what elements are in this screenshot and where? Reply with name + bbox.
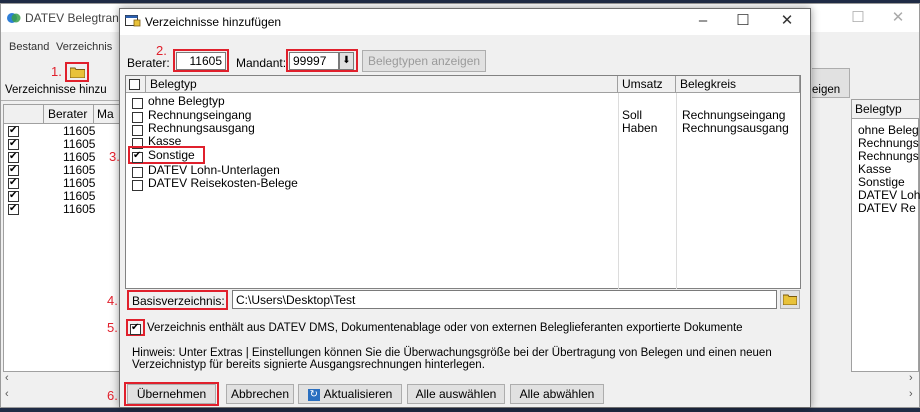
close-button[interactable]: ✕ (772, 9, 802, 33)
bg-grid-header-check (4, 105, 44, 124)
table-row[interactable]: ohne Belegtyp (126, 94, 800, 110)
header-checkbox[interactable] (129, 79, 140, 91)
table-row[interactable]: 11605 (8, 202, 118, 216)
dms-checkbox-label[interactable]: Verzeichnis enthält aus DATEV DMS, Dokum… (147, 322, 743, 334)
row-checkbox[interactable] (8, 202, 19, 216)
browse-folder-button[interactable] (780, 290, 800, 309)
dialog-title-bar: Verzeichnisse hinzufügen – ☐ ✕ (120, 9, 810, 35)
row-checkbox[interactable] (132, 150, 143, 164)
hint-text: Hinweis: Unter Extras | Einstellungen kö… (132, 347, 772, 371)
dms-checkbox[interactable] (130, 322, 141, 336)
scroll-left-icon[interactable]: ‹ (5, 388, 9, 400)
row-belegtyp: DATEV Reisekosten-Belege (148, 176, 298, 190)
row-checkbox[interactable] (8, 189, 19, 203)
table-row[interactable]: DATEV Reisekosten-Belege (126, 176, 800, 192)
row-checkbox[interactable] (8, 150, 19, 164)
folder-icon (69, 67, 86, 79)
row-checkbox[interactable] (132, 180, 143, 192)
minimize-button[interactable]: – (688, 9, 718, 33)
toolbar-button-label[interactable]: Verzeichnisse hinzu (5, 84, 107, 96)
mandant-field[interactable] (289, 52, 339, 70)
right-button-fragment[interactable]: eigen (812, 68, 850, 98)
toolbar-separator (1, 100, 121, 101)
scroll-left-icon[interactable]: ‹ (5, 372, 9, 384)
berater-field[interactable] (176, 52, 226, 70)
menu-verzeichnis[interactable]: Verzeichnis (56, 41, 112, 53)
header-check-cell[interactable] (126, 76, 146, 93)
add-directories-dialog: Verzeichnisse hinzufügen – ☐ ✕ 2. Berate… (107, 8, 811, 408)
row-belegkreis: Rechnungsausgang (682, 121, 789, 135)
annotation-6: 6. (107, 388, 118, 403)
bg-grid-header-berater[interactable]: Berater (44, 105, 94, 124)
background-grid: Berater Ma 11605 11605 11605 11605 11605… (3, 104, 121, 372)
right-grid-header[interactable]: Belegtyp (852, 100, 920, 119)
row-berater: 11605 (63, 202, 96, 216)
row-checkbox[interactable] (8, 163, 19, 177)
row-checkbox[interactable] (8, 176, 19, 190)
row-belegtyp: ohne Belegtyp (148, 94, 225, 108)
mandant-label: Mandant: (236, 56, 287, 70)
belegtyp-grid: Belegtyp Umsatz Belegkreis ohne Belegtyp… (109, 75, 801, 289)
table-row[interactable]: Rechnungsausgang Haben Rechnungsausgang (126, 121, 800, 137)
bg-horizontal-scrollbar[interactable]: ‹ ‹ (3, 372, 121, 402)
scroll-right-icon[interactable]: › (909, 388, 913, 400)
belegtypen-button[interactable]: Belegtypen anzeigen (362, 50, 486, 72)
refresh-icon: ↻ (307, 388, 320, 401)
row-checkbox[interactable] (132, 98, 143, 110)
menu-bestand[interactable]: Bestand (9, 41, 49, 53)
folder-icon (782, 294, 798, 306)
bg-maximize-button[interactable]: ☐ (843, 4, 873, 32)
table-row[interactable]: Sonstige (126, 148, 800, 164)
cancel-button[interactable]: Abbrechen (226, 384, 294, 404)
apply-button[interactable]: Übernehmen (127, 384, 216, 404)
background-title: DATEV Belegtrans (25, 11, 125, 25)
annotation-4: 4. (107, 293, 118, 308)
column-header-belegkreis[interactable]: Belegkreis (676, 76, 800, 93)
right-button-label: eigen (812, 84, 841, 96)
annotation-1: 1. (51, 64, 62, 79)
basis-path-field[interactable] (232, 290, 777, 309)
basis-label: Basisverzeichnis: (132, 294, 225, 308)
table-row[interactable]: Kasse (126, 135, 800, 150)
column-header-umsatz[interactable]: Umsatz (618, 76, 676, 93)
column-header-belegtyp[interactable]: Belegtyp (146, 76, 618, 93)
deselect-all-button[interactable]: Alle abwählen (510, 384, 604, 404)
bg-grid-header-mandant[interactable]: Ma (94, 105, 120, 124)
mandant-dropdown-icon[interactable]: ⬇ (339, 52, 354, 70)
dialog-window-icon (125, 14, 141, 28)
scroll-right-icon[interactable]: › (909, 372, 913, 384)
berater-label: Berater: (127, 56, 170, 70)
bg-close-button[interactable]: ✕ (883, 4, 913, 32)
app-logo-icon (7, 11, 21, 25)
refresh-label: Aktualisieren (323, 387, 393, 401)
maximize-button[interactable]: ☐ (728, 9, 758, 33)
annotation-5: 5. (107, 320, 118, 335)
add-directories-button[interactable] (65, 62, 89, 82)
dialog-title: Verzeichnisse hinzufügen (145, 15, 282, 29)
refresh-button[interactable]: ↻ Aktualisieren (298, 384, 402, 404)
select-all-button[interactable]: Alle auswählen (407, 384, 505, 404)
right-grid: Belegtyp ohne Beleg Rechnungs Rechnungs … (851, 99, 920, 372)
row-checkbox[interactable] (8, 137, 19, 151)
row-checkbox[interactable] (8, 124, 19, 138)
annotation-3: 3. (109, 149, 120, 164)
row-umsatz: Haben (622, 121, 658, 135)
list-item[interactable]: DATEV Re (858, 202, 916, 215)
row-belegtyp: Sonstige (148, 148, 195, 162)
